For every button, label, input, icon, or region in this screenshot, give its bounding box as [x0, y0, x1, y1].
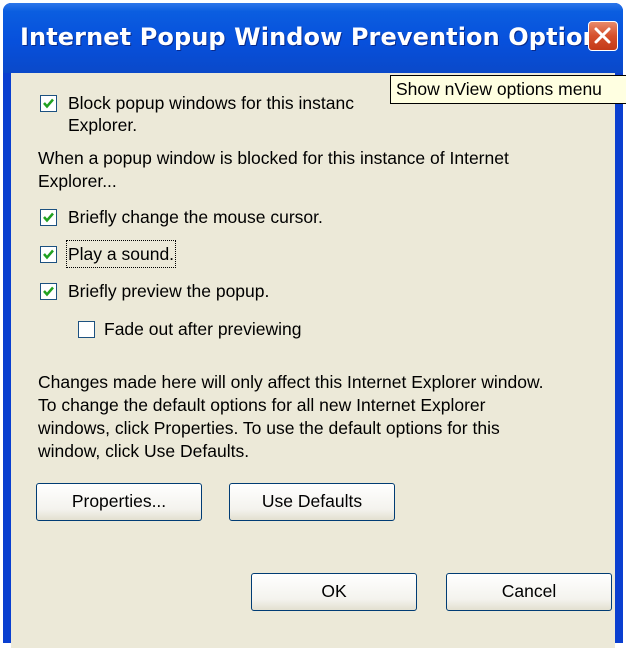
- checkmark-icon: [43, 249, 54, 260]
- block-popups-checkbox[interactable]: [40, 95, 57, 112]
- fade-out-label[interactable]: Fade out after previewing: [104, 317, 301, 341]
- use-defaults-button[interactable]: Use Defaults: [229, 483, 395, 521]
- block-popups-label[interactable]: Block popup windows for this instanc: [68, 91, 354, 115]
- checkmark-icon: [43, 98, 54, 109]
- play-sound-checkbox[interactable]: [40, 246, 57, 263]
- preview-popup-checkbox[interactable]: [40, 283, 57, 300]
- dialog-client-area: Block popup windows for this instanc Exp…: [11, 73, 615, 648]
- close-x-icon: [594, 27, 611, 44]
- change-cursor-label[interactable]: Briefly change the mouse cursor.: [68, 205, 323, 229]
- close-button[interactable]: [588, 21, 618, 51]
- cancel-button[interactable]: Cancel: [446, 573, 612, 611]
- dialog-title: Internet Popup Window Prevention Options: [20, 23, 615, 51]
- checkmark-icon: [43, 212, 54, 223]
- nview-tooltip: Show nView options menu: [390, 75, 626, 104]
- block-popups-label-line2: Explorer.: [68, 115, 138, 135]
- title-bar[interactable]: Internet Popup Window Prevention Options: [3, 3, 623, 73]
- intro-text: When a popup window is blocked for this …: [38, 148, 509, 191]
- change-cursor-checkbox[interactable]: [40, 209, 57, 226]
- checkmark-icon: [43, 286, 54, 297]
- info-text: Changes made here will only affect this …: [38, 372, 544, 461]
- preview-popup-label[interactable]: Briefly preview the popup.: [68, 279, 269, 303]
- ok-button[interactable]: OK: [251, 573, 417, 611]
- play-sound-label[interactable]: Play a sound.: [65, 240, 177, 268]
- fade-out-checkbox[interactable]: [78, 321, 95, 338]
- properties-button[interactable]: Properties...: [36, 483, 202, 521]
